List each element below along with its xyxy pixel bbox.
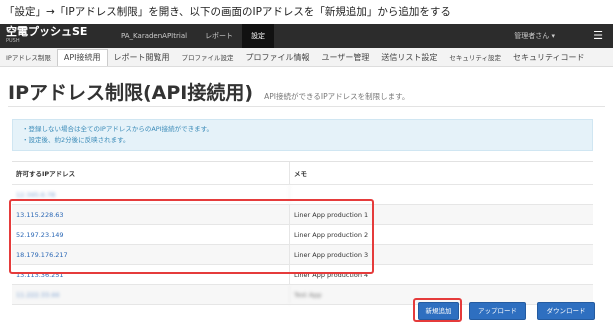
highlight-box-new-button xyxy=(413,298,462,322)
nav-item-report[interactable]: レポート xyxy=(196,24,242,48)
tab-user-management[interactable]: ユーザー管理 xyxy=(316,50,376,66)
column-header-ip: 許可するIPアドレス xyxy=(16,170,76,178)
brand-name: 空電プッシュSE xyxy=(6,25,88,38)
brand-logo[interactable]: 空電プッシュSE PUSH xyxy=(6,25,88,45)
info-line: ・登録しない場合は全てのIPアドレスからのAPI接続ができます。 xyxy=(22,125,213,133)
ip-cell[interactable]: 12.345.6.78 xyxy=(12,191,289,199)
top-nav: PA_KaradenAPItrial レポート 設定 xyxy=(112,24,275,48)
table-header-row: 許可するIPアドレス メモ xyxy=(12,162,593,185)
highlight-box-rows xyxy=(9,199,374,274)
tab-profile-info[interactable]: プロファイル情報 xyxy=(240,50,316,66)
nav-item-account[interactable]: PA_KaradenAPItrial xyxy=(112,24,196,48)
brand-sub: PUSH xyxy=(6,38,20,44)
download-button[interactable]: ダウンロード xyxy=(537,302,595,320)
info-box: ・登録しない場合は全てのIPアドレスからのAPI接続ができます。 ・設定後、約2… xyxy=(12,119,593,151)
tab-profile-settings[interactable]: プロファイル設定 xyxy=(176,50,240,66)
settings-tabs: IPアドレス制限 API接続用 レポート閲覧用 プロファイル設定 プロファイル情… xyxy=(0,48,613,67)
upload-button[interactable]: アップロード xyxy=(469,302,526,320)
page-title: IPアドレス制限(API接続用) xyxy=(8,82,254,104)
nav-item-settings[interactable]: 設定 xyxy=(242,24,275,48)
hamburger-icon[interactable]: ☰ xyxy=(593,24,603,48)
divider xyxy=(8,106,605,107)
page-subtitle: API接続ができるIPアドレスを制限します。 xyxy=(264,92,410,101)
tab-security-settings[interactable]: セキュリティ設定 xyxy=(443,50,507,66)
info-line: ・設定後、約2分後に反映されます。 xyxy=(22,136,130,144)
ip-cell[interactable]: 11.222.33.44 xyxy=(12,291,289,299)
tab-report-viewing[interactable]: レポート閲覧用 xyxy=(108,50,176,66)
top-navbar: 空電プッシュSE PUSH PA_KaradenAPItrial レポート 設定… xyxy=(0,24,613,48)
tab-security-code[interactable]: セキュリティコード xyxy=(507,50,591,66)
page-header: IPアドレス制限(API接続用) API接続ができるIPアドレスを制限します。 xyxy=(8,78,409,105)
user-menu[interactable]: 管理者さん ▾ xyxy=(514,24,555,48)
tab-api-connection[interactable]: API接続用 xyxy=(56,49,108,66)
instruction-text: 「設定」→「IPアドレス制限」を開き、以下の画面のIPアドレスを「新規追加」から… xyxy=(4,6,451,18)
tab-ip-restriction[interactable]: IPアドレス制限 xyxy=(0,50,57,66)
column-header-memo: メモ xyxy=(289,162,593,184)
tab-send-list-settings[interactable]: 送信リスト設定 xyxy=(375,50,443,66)
